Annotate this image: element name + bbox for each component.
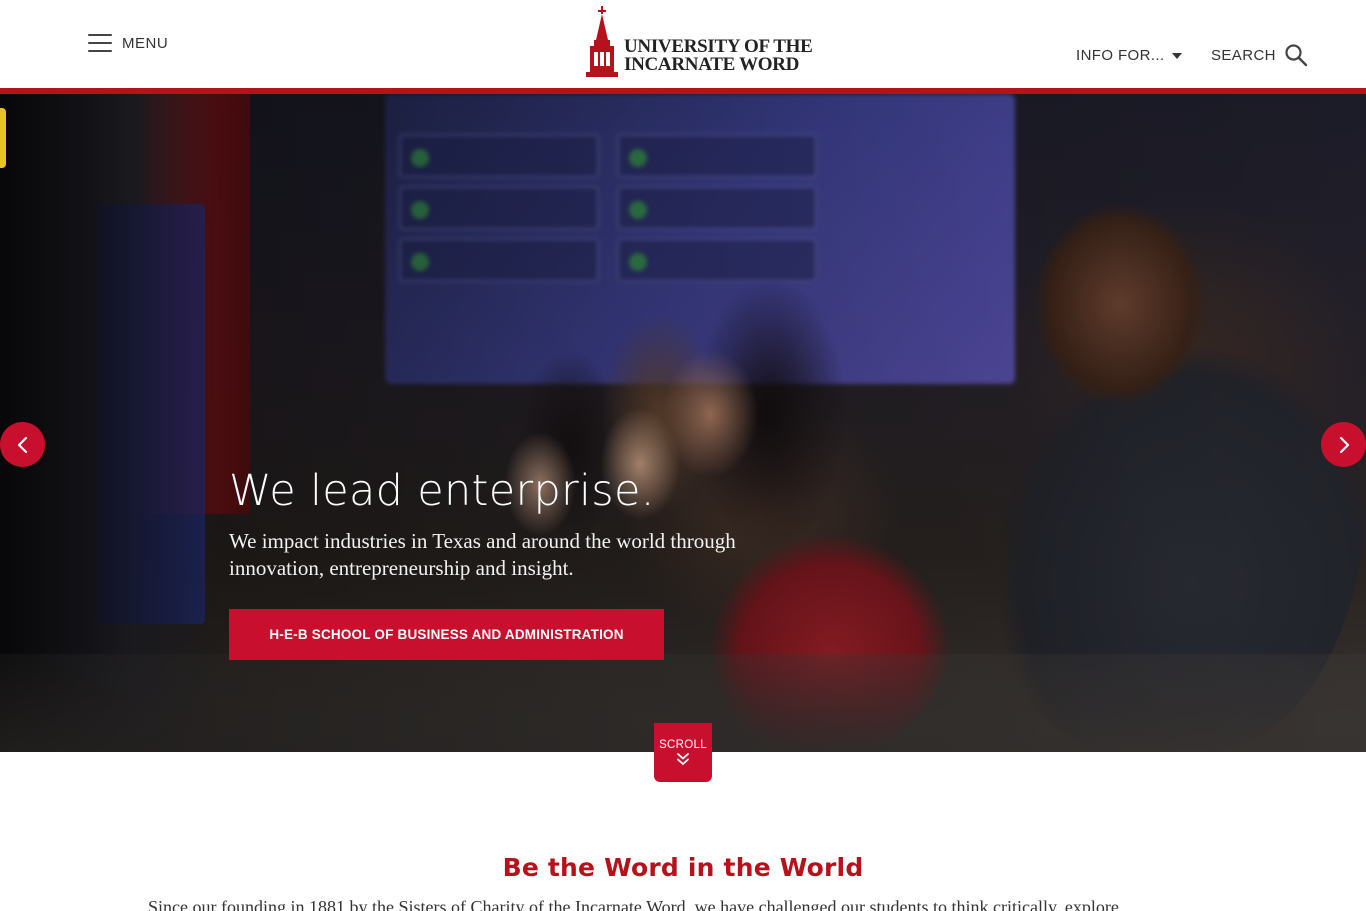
info-for-label: INFO FOR... [1076,47,1165,64]
menu-label: MENU [122,34,169,52]
hero-overlay [0,94,1366,752]
caret-down-icon [1171,52,1182,59]
menu-button[interactable]: MENU [88,34,168,52]
logo-line-2: INCARNATE WORD [624,54,800,75]
site-header: MENU UNIVERSITY OF THE INCARNATE WORD IN… [0,0,1366,88]
search-button[interactable]: SEARCH [1211,43,1308,67]
search-label: SEARCH [1211,46,1276,64]
search-icon [1285,44,1308,67]
carousel-prev-button[interactable] [0,422,45,467]
carousel-next-button[interactable] [1321,422,1366,467]
section-intro-text: Since our founding in 1881 by the Sister… [148,897,1119,911]
hero-cta-button[interactable]: H-E-B SCHOOL OF BUSINESS AND ADMINISTRAT… [229,609,664,660]
chevron-left-icon [17,436,27,453]
hero-carousel: We lead enterprise. We impact industries… [0,94,1366,752]
bell-tower-icon [586,6,618,77]
university-logo[interactable]: UNIVERSITY OF THE INCARNATE WORD [586,6,813,80]
hero-subtitle: We impact industries in Texas and around… [229,529,736,580]
hero-title: We lead enterprise. [229,466,655,516]
section-title: Be the Word in the World [502,853,864,882]
chevron-right-icon [1339,436,1349,453]
scroll-label: SCROLL [659,739,707,751]
logo-wordmark: UNIVERSITY OF THE INCARNATE WORD [624,37,813,80]
info-for-dropdown[interactable]: INFO FOR... [1076,47,1182,64]
double-chevron-down-icon [677,753,689,765]
scroll-down-button[interactable]: SCROLL [654,723,712,782]
yellow-side-tab[interactable] [0,108,6,168]
hamburger-icon [88,34,112,52]
